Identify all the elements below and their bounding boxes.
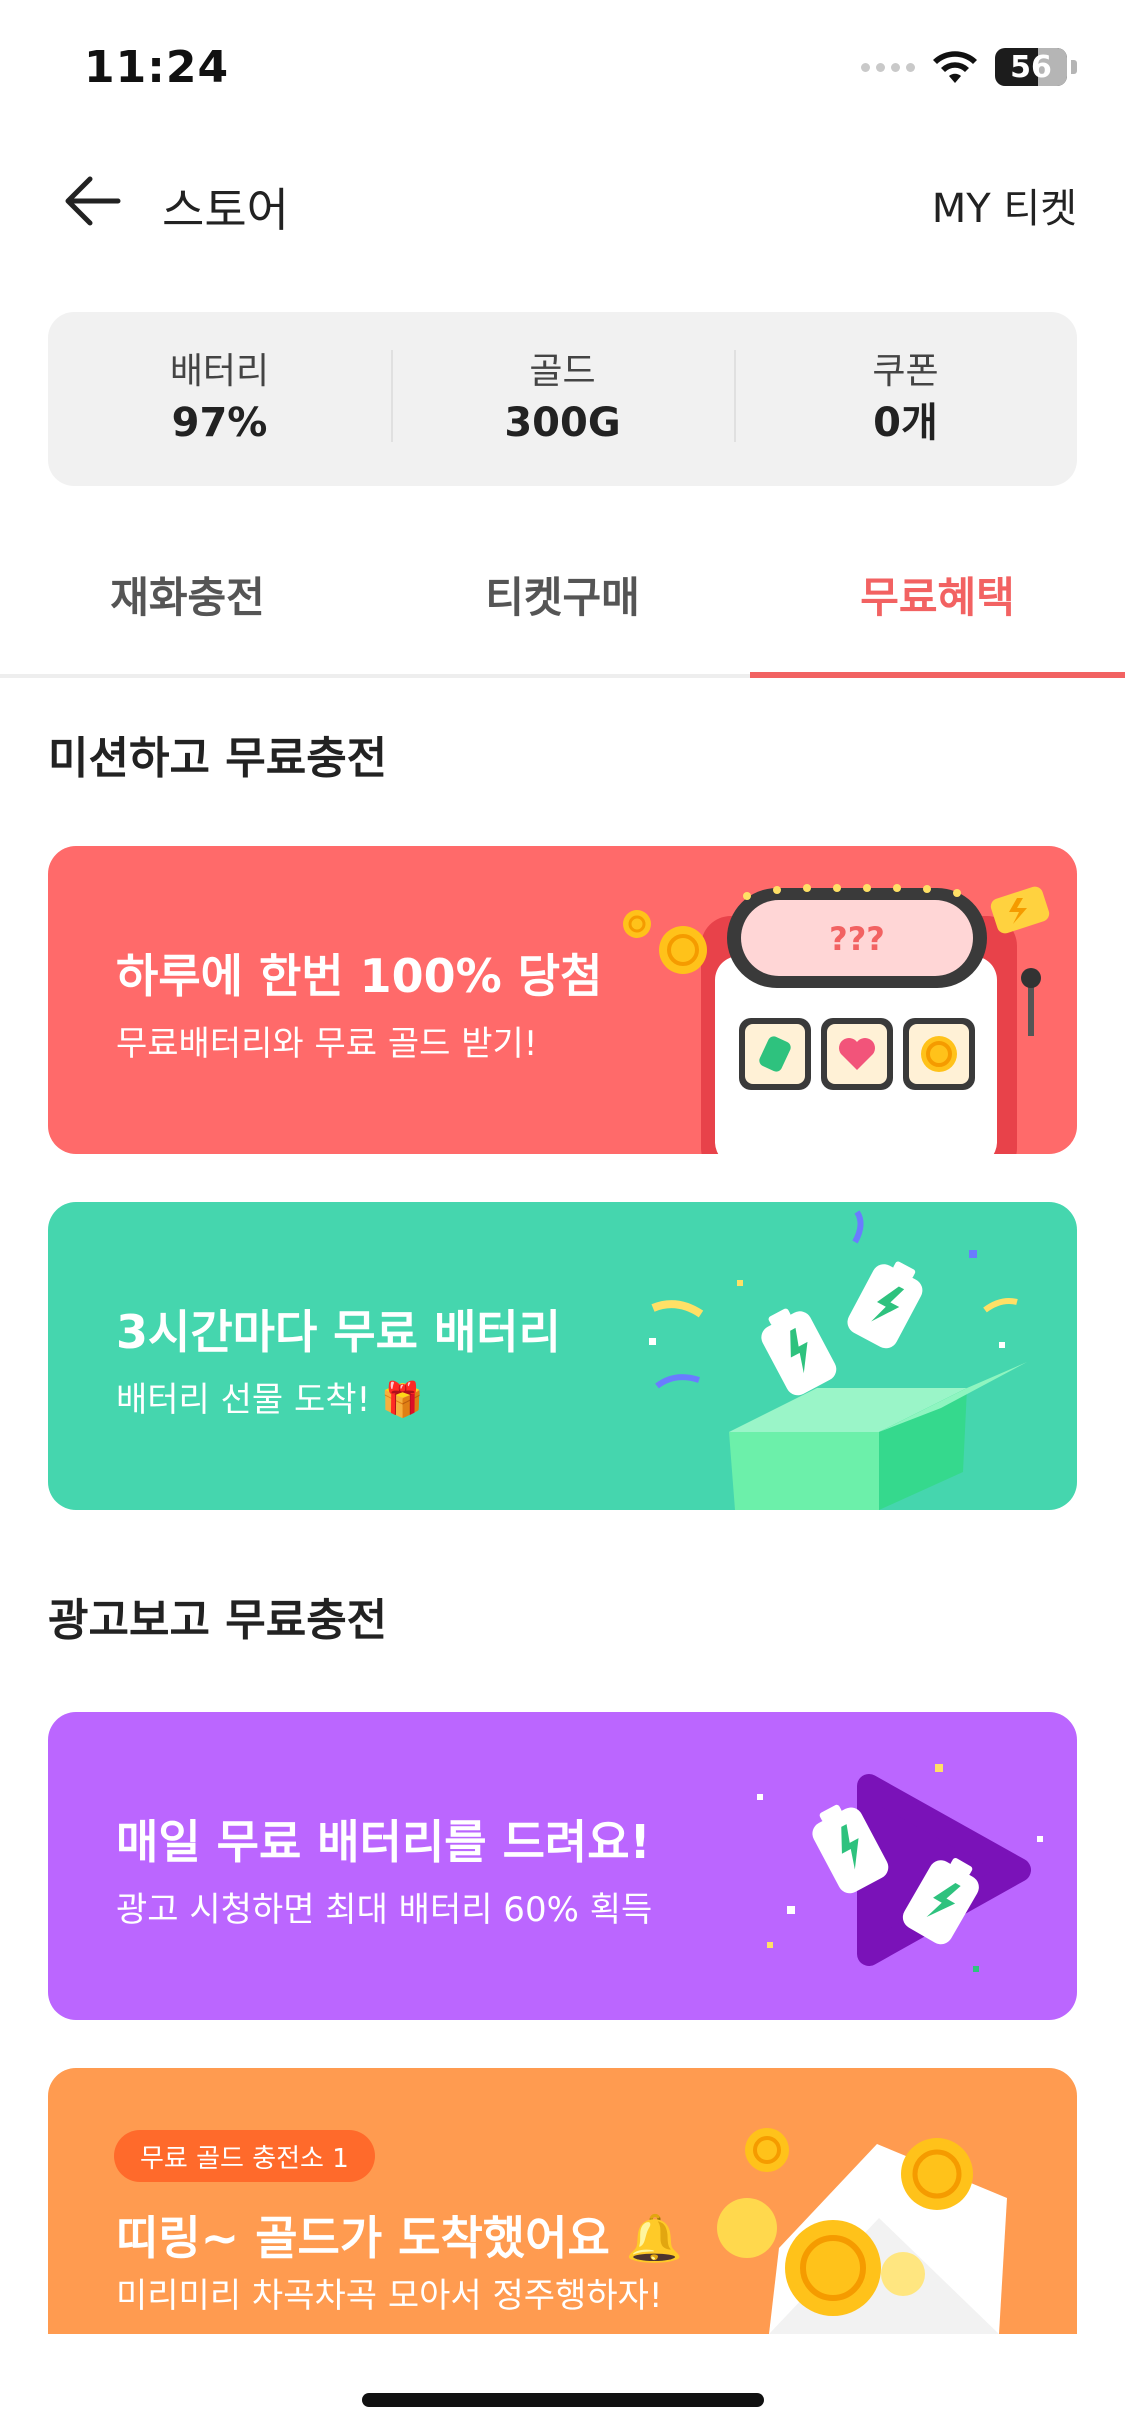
ad-play-icon xyxy=(757,1764,1043,1972)
banner-daily-slot[interactable]: 하루에 한번 100% 당첨 무료배터리와 무료 골드 받기! ??? xyxy=(48,846,1077,1154)
header: 스토어 MY 티켓 xyxy=(0,140,1125,260)
status-bar: 11:24 56 xyxy=(0,0,1125,140)
section-title-ads: 광고보고 무료충전 xyxy=(48,1595,388,1646)
battery-level: 56 xyxy=(1010,49,1052,85)
summary-coupon: 쿠폰 0개 xyxy=(734,348,1077,450)
tab-free-benefits[interactable]: 무료혜택 xyxy=(750,540,1125,678)
banner-three-hours[interactable]: 3시간마다 무료 배터리 배터리 선물 도착! 🎁 xyxy=(48,1202,1077,1510)
banner-title: 매일 무료 배터리를 드려요! xyxy=(116,1815,651,1869)
home-indicator[interactable] xyxy=(362,2393,764,2407)
summary-label: 쿠폰 xyxy=(872,351,939,392)
page-title: 스토어 xyxy=(162,183,289,237)
gold-coins-icon xyxy=(717,2128,1007,2334)
banner-subtitle: 무료배터리와 무료 골드 받기! xyxy=(116,1024,538,1064)
wallet-summary: 배터리 97% 골드 300G 쿠폰 0개 xyxy=(48,312,1077,486)
gift-box-icon xyxy=(649,1210,1027,1510)
summary-battery: 배터리 97% xyxy=(48,348,391,450)
banner-daily-ad[interactable]: 매일 무료 배터리를 드려요! 광고 시청하면 최대 배터리 60% 획득 xyxy=(48,1712,1077,2020)
banner-subtitle: 광고 시청하면 최대 배터리 60% 획득 xyxy=(116,1890,653,1930)
cellular-signal-icon xyxy=(861,62,915,72)
battery-icon: 56 xyxy=(995,48,1067,86)
battery-cap xyxy=(1071,60,1077,74)
slot-machine-icon: ??? xyxy=(623,884,1050,1154)
banner-title: 띠링~ 골드가 도착했어요 🔔 xyxy=(116,2211,684,2265)
section-title-mission: 미션하고 무료충전 xyxy=(48,733,388,784)
slot-text: ??? xyxy=(829,920,885,958)
status-time: 11:24 xyxy=(84,42,230,93)
tab-currency-charge[interactable]: 재화충전 xyxy=(0,540,375,674)
summary-label: 골드 xyxy=(529,351,596,392)
status-icons: 56 xyxy=(861,48,1077,86)
banner-gold-station[interactable]: 무료 골드 충전소 1 띠링~ 골드가 도착했어요 🔔 미리미리 차곡차곡 모아… xyxy=(48,2068,1077,2334)
banner-subtitle: 배터리 선물 도착! 🎁 xyxy=(116,1380,424,1420)
gold-station-badge: 무료 골드 충전소 1 xyxy=(114,2130,375,2182)
arrow-left-icon xyxy=(65,176,121,226)
summary-value: 97% xyxy=(171,400,268,446)
summary-label: 배터리 xyxy=(169,351,270,392)
wifi-icon xyxy=(933,51,977,83)
banner-title: 하루에 한번 100% 당첨 xyxy=(116,949,603,1003)
summary-gold: 골드 300G xyxy=(391,348,734,450)
banner-subtitle: 미리미리 차곡차곡 모아서 정주행하자! xyxy=(116,2276,663,2316)
my-ticket-link[interactable]: MY 티켓 xyxy=(932,176,1077,234)
tab-ticket-purchase[interactable]: 티켓구매 xyxy=(375,540,750,674)
summary-value: 300G xyxy=(504,400,621,446)
banner-title: 3시간마다 무료 배터리 xyxy=(116,1305,561,1359)
summary-value: 0개 xyxy=(873,400,938,446)
tab-bar: 재화충전 티켓구매 무료혜택 xyxy=(0,540,1125,678)
back-button[interactable] xyxy=(56,165,128,237)
